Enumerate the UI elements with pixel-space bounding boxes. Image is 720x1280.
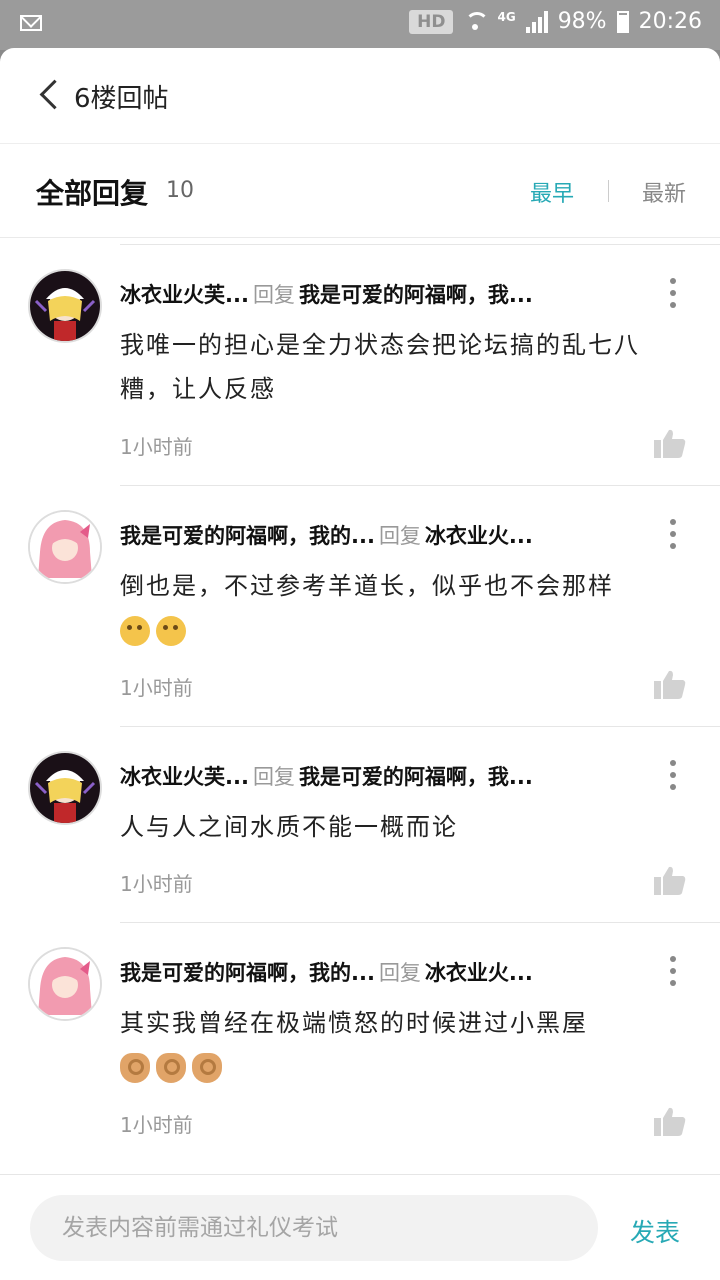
reply-target[interactable]: 冰衣业火...: [425, 961, 533, 985]
author-name[interactable]: 我是可爱的阿福啊，我的...: [120, 524, 375, 548]
avatar[interactable]: [30, 271, 100, 341]
author-name[interactable]: 我是可爱的阿福啊，我的...: [120, 961, 375, 985]
reply-word: 回复: [252, 283, 295, 307]
ok-hand-icon: [120, 1053, 150, 1083]
section-title: 全部回复: [36, 177, 149, 210]
reply-target[interactable]: 冰衣业火...: [425, 524, 533, 548]
like-icon[interactable]: [654, 865, 686, 895]
reply-time: 1小时前: [120, 872, 193, 896]
avatar[interactable]: [30, 949, 100, 1019]
reply-word: 回复: [378, 961, 421, 985]
reply-time: 1小时前: [120, 435, 193, 459]
more-options-button[interactable]: [668, 953, 678, 987]
reply-meta: 冰衣业火芙... 回复 我是可爱的阿福啊，我...: [120, 761, 640, 791]
reply-content: 人与人之间水质不能一概而论: [120, 813, 458, 841]
reply-item: 我是可爱的阿福啊，我的... 回复 冰衣业火... 倒也是，不过参考羊道长，似乎也不…: [30, 485, 720, 726]
reply-word: 回复: [252, 765, 295, 789]
avatar[interactable]: [30, 512, 100, 582]
clock: 20:26: [638, 9, 702, 34]
reply-content: 我唯一的担心是全力状态会把论坛搞的乱七八糟，让人反感: [120, 331, 640, 403]
more-options-button[interactable]: [668, 516, 678, 550]
reply-target[interactable]: 我是可爱的阿福啊，我...: [299, 765, 533, 789]
back-button[interactable]: [36, 78, 64, 112]
reply-meta: 我是可爱的阿福啊，我的... 回复 冰衣业火...: [120, 520, 640, 550]
filter-bar: 全部回复 10 最早 最新: [0, 144, 720, 238]
wifi-icon: [463, 10, 490, 34]
reply-word: 回复: [378, 524, 421, 548]
signal-icon: [525, 10, 548, 33]
thinking-face-icon: [120, 616, 150, 646]
reply-time: 1小时前: [120, 676, 193, 700]
avatar[interactable]: [30, 753, 100, 823]
sort-latest-tab[interactable]: 最新: [642, 176, 686, 208]
reply-count: 10: [166, 178, 194, 203]
reply-target[interactable]: 我是可爱的阿福啊，我...: [299, 283, 533, 307]
reply-content: 其实我曾经在极端愤怒的时候进过小黑屋: [120, 1009, 588, 1037]
reply-list: 冰衣业火芙... 回复 我是可爱的阿福啊，我... 我唯一的担心是全力状态会把论坛搞…: [0, 244, 720, 1163]
sort-earliest-tab[interactable]: 最早: [530, 176, 574, 208]
more-options-button[interactable]: [668, 757, 678, 791]
reply-meta: 冰衣业火芙... 回复 我是可爱的阿福啊，我...: [120, 279, 640, 309]
battery-percent: 98%: [557, 9, 607, 34]
reply-item: 我是可爱的阿福啊，我的... 回复 冰衣业火... 其实我曾经在极端愤怒的时候进过小…: [30, 922, 720, 1163]
hd-badge: HD: [409, 9, 454, 34]
ok-hand-icon: [156, 1053, 186, 1083]
reply-item: 冰衣业火芙... 回复 我是可爱的阿福啊，我... 人与人之间水质不能一概而论 1小…: [30, 726, 720, 922]
author-name[interactable]: 冰衣业火芙...: [120, 765, 249, 789]
publish-button[interactable]: 发表: [630, 1213, 680, 1249]
reply-content-block: 倒也是，不过参考羊道长，似乎也不会那样: [120, 564, 680, 652]
sort-divider: [608, 180, 609, 202]
reply-item: 冰衣业火芙... 回复 我是可爱的阿福啊，我... 我唯一的担心是全力状态会把论坛搞…: [30, 244, 720, 485]
thinking-face-icon: [156, 616, 186, 646]
reply-content: 倒也是，不过参考羊道长，似乎也不会那样: [120, 572, 614, 600]
reply-time: 1小时前: [120, 1113, 193, 1137]
mail-icon: [20, 15, 42, 31]
comment-input[interactable]: [30, 1195, 598, 1261]
status-bar: HD 4G 98% 20:26: [0, 0, 720, 50]
top-bar: 6楼回帖: [0, 48, 720, 144]
page-title: 6楼回帖: [74, 84, 169, 114]
network-type: 4G: [497, 9, 516, 24]
reply-sheet: 6楼回帖 全部回复 10 最早 最新 冰衣业火芙... 回复 我是可爱的阿福啊，我.…: [0, 48, 720, 1280]
reply-meta: 我是可爱的阿福啊，我的... 回复 冰衣业火...: [120, 957, 640, 987]
more-options-button[interactable]: [668, 275, 678, 309]
like-icon[interactable]: [654, 428, 686, 458]
like-icon[interactable]: [654, 1106, 686, 1136]
author-name[interactable]: 冰衣业火芙...: [120, 283, 249, 307]
reply-content-block: 其实我曾经在极端愤怒的时候进过小黑屋: [120, 1001, 680, 1089]
battery-icon: [616, 10, 629, 33]
like-icon[interactable]: [654, 669, 686, 699]
ok-hand-icon: [192, 1053, 222, 1083]
composer-bar: 发表: [0, 1174, 720, 1280]
